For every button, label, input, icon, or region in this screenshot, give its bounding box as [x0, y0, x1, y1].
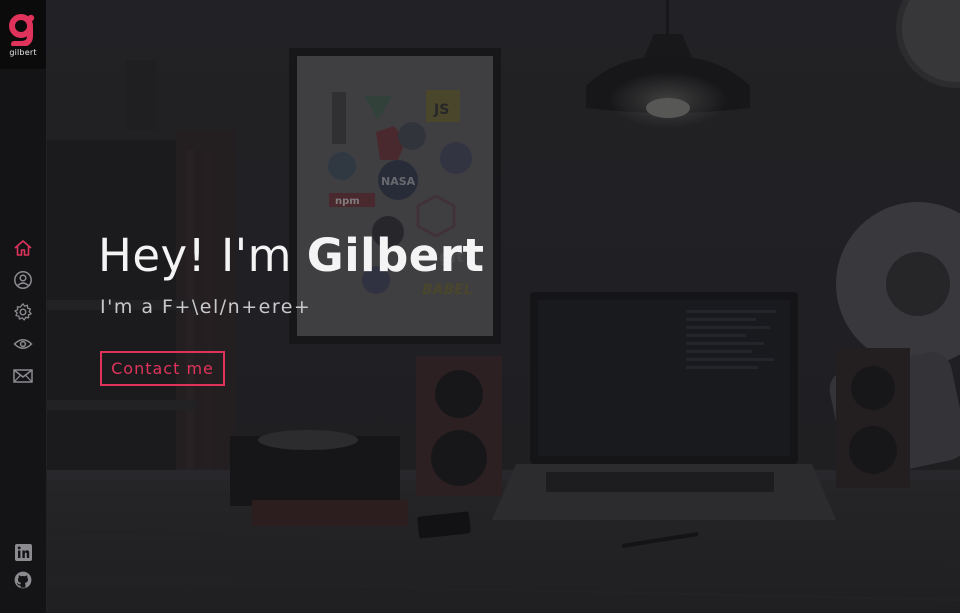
home-icon	[14, 240, 32, 256]
hero-title: Hey! I'm Gilbert	[98, 222, 485, 290]
gilbert-logo-icon	[9, 14, 35, 46]
nav-item-skills[interactable]	[0, 296, 46, 328]
github-link[interactable]	[0, 566, 46, 594]
hero-subtitle: I'm a F+\el/n+ere+	[100, 296, 312, 318]
user-icon	[14, 271, 32, 289]
contact-me-button[interactable]: Contact me	[100, 351, 225, 386]
mail-icon	[13, 369, 33, 383]
brand-logo[interactable]: gilbert	[0, 0, 46, 69]
page: JS NASA npm git BABEL gilbert Hey! I'm G…	[0, 0, 960, 613]
hero-greeting: Hey! I'm	[98, 229, 307, 282]
gear-icon	[14, 303, 32, 321]
nav-item-home[interactable]	[0, 232, 46, 264]
hero-name: Gilbert	[306, 229, 485, 282]
sidebar: gilbert	[0, 0, 47, 613]
sidebar-nav	[0, 232, 46, 392]
logo-text: gilbert	[9, 48, 37, 57]
github-icon	[14, 571, 32, 589]
nav-item-contact[interactable]	[0, 360, 46, 392]
nav-item-about[interactable]	[0, 264, 46, 296]
eye-icon	[13, 339, 33, 349]
nav-item-work[interactable]	[0, 328, 46, 360]
social-links	[0, 538, 46, 594]
linkedin-icon	[14, 543, 32, 561]
linkedin-link[interactable]	[0, 538, 46, 566]
hero: Hey! I'm Gilbert I'm a F+\el/n+ere+	[98, 222, 485, 318]
